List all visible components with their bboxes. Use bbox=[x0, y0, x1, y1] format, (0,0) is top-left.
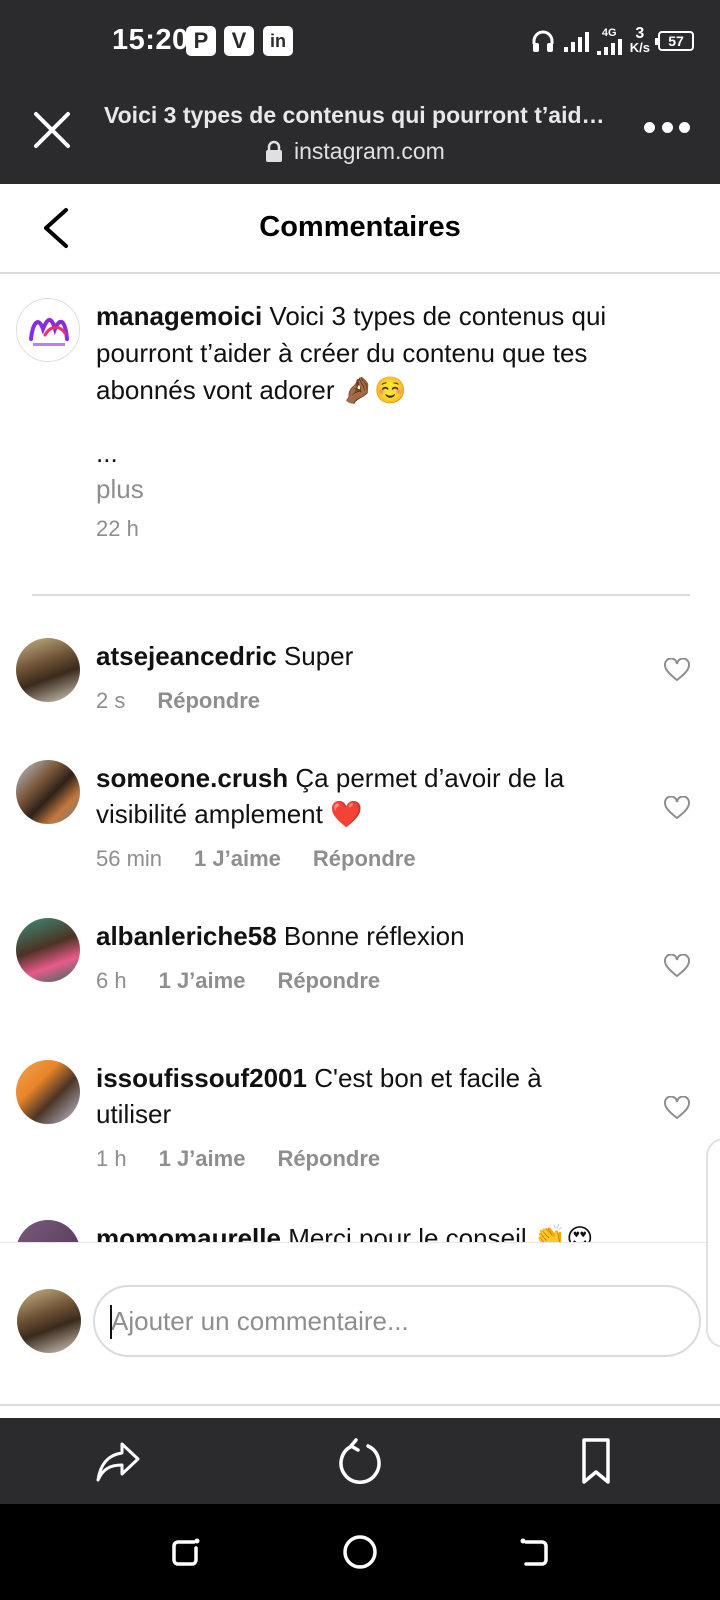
more-icon[interactable] bbox=[644, 122, 690, 136]
comment-meta: 6 h 1 J’aime Répondre bbox=[96, 968, 380, 994]
heart-icon[interactable] bbox=[664, 954, 690, 978]
comment-input-area bbox=[0, 1242, 720, 1406]
reply-button[interactable]: Répondre bbox=[277, 1146, 380, 1172]
headphones-icon bbox=[532, 30, 554, 52]
atsejeancedric-avatar[interactable] bbox=[16, 638, 80, 702]
momomaurelle-avatar[interactable] bbox=[16, 1220, 80, 1242]
comment-username[interactable]: issoufissouf2001 bbox=[96, 1063, 307, 1093]
comment-body: Super bbox=[283, 641, 354, 671]
issoufissouf2001-avatar[interactable] bbox=[16, 1060, 80, 1124]
page-title: Commentaires bbox=[259, 211, 461, 243]
signal-icon bbox=[563, 30, 589, 52]
heart-icon[interactable] bbox=[664, 658, 690, 682]
comment-text: someone.crush Ça permet d’avoir de la vi… bbox=[96, 760, 616, 832]
comment-username[interactable]: momomaurelle bbox=[96, 1223, 281, 1242]
comment-username[interactable]: atsejeancedric bbox=[96, 641, 277, 671]
close-icon[interactable] bbox=[30, 108, 74, 152]
reply-button[interactable]: Répondre bbox=[277, 968, 380, 994]
heart-icon[interactable] bbox=[664, 796, 690, 820]
comment-time: 56 min bbox=[96, 846, 163, 871]
signal-4g-icon bbox=[596, 39, 622, 55]
reply-button[interactable]: Répondre bbox=[313, 846, 416, 872]
pinterest-notification-icon: P bbox=[186, 26, 216, 56]
comment-body: Merci pour le conseil 👏😍 bbox=[288, 1223, 594, 1242]
reply-button[interactable]: Répondre bbox=[157, 688, 260, 714]
likes-count[interactable]: 1 J’aime bbox=[159, 968, 246, 994]
caption-ellipsis: ... bbox=[96, 438, 118, 468]
net-speed-value: 3 bbox=[635, 25, 645, 42]
browser-chrome: Voici 3 types de contenus qui pourront t… bbox=[0, 82, 720, 184]
comments-header: Commentaires bbox=[0, 184, 720, 274]
comment-meta: 56 min 1 J’aime Répondre bbox=[96, 846, 416, 872]
home-icon[interactable] bbox=[338, 1530, 382, 1574]
caption-more-link[interactable]: plus bbox=[96, 474, 144, 505]
status-indicators: 4G 3 K/s 57 bbox=[530, 24, 694, 58]
browser-toolbar bbox=[0, 1418, 720, 1504]
battery-icon: 57 bbox=[655, 31, 694, 51]
bookmark-icon[interactable] bbox=[574, 1436, 626, 1488]
net-speed-unit: K/s bbox=[629, 40, 650, 55]
back-nav-icon[interactable] bbox=[512, 1530, 556, 1574]
share-icon[interactable] bbox=[92, 1436, 144, 1488]
browser-url: instagram.com bbox=[264, 138, 445, 165]
comment-username[interactable]: albanleriche58 bbox=[96, 921, 277, 951]
text-caret bbox=[110, 1305, 112, 1339]
comment-time: 2 s bbox=[96, 688, 126, 713]
comment-text: atsejeancedric Super bbox=[96, 638, 616, 674]
caption-time: 22 h bbox=[96, 516, 139, 541]
linkedin-notification-icon: in bbox=[263, 26, 293, 56]
battery-level: 57 bbox=[668, 33, 684, 49]
current-user-avatar bbox=[17, 1289, 81, 1353]
vimeo-notification-icon: V bbox=[224, 26, 254, 56]
heart-icon[interactable] bbox=[664, 1096, 690, 1120]
comment-clip: momomaurelle Merci pour le conseil 👏😍 bbox=[0, 1200, 720, 1242]
recent-apps-icon[interactable] bbox=[164, 1530, 208, 1574]
comment-body: Bonne réflexion bbox=[283, 921, 465, 951]
caption-divider bbox=[32, 594, 690, 596]
comment-input-box bbox=[93, 1285, 701, 1357]
comment-text: issoufissouf2001 C'est bon et facile à u… bbox=[96, 1060, 616, 1132]
managemoici-avatar[interactable] bbox=[16, 298, 80, 362]
albanleriche58-avatar[interactable] bbox=[16, 918, 80, 982]
edge-panel-handle[interactable] bbox=[706, 1138, 720, 1348]
comment-text: momomaurelle Merci pour le conseil 👏😍 bbox=[96, 1220, 656, 1242]
status-time: 15:20 bbox=[112, 24, 189, 56]
someone-crush-avatar[interactable] bbox=[16, 760, 80, 824]
network-type: 4G bbox=[601, 27, 617, 39]
lock-icon bbox=[266, 140, 282, 162]
input-divider bbox=[0, 1404, 720, 1406]
manage-moi-logo-icon bbox=[17, 299, 79, 361]
likes-count[interactable]: 1 J’aime bbox=[194, 846, 281, 872]
reload-icon[interactable] bbox=[334, 1436, 386, 1488]
comment-username[interactable]: someone.crush bbox=[96, 763, 288, 793]
comment-time: 1 h bbox=[96, 1146, 127, 1171]
caption-text: managemoici Voici 3 types de contenus qu… bbox=[96, 298, 676, 409]
status-bar: 15:20 P V in 4G 3 K/s 57 bbox=[0, 0, 720, 82]
comment-input[interactable] bbox=[95, 1287, 699, 1355]
comment-meta: 2 s Répondre bbox=[96, 688, 260, 714]
comment-time: 6 h bbox=[96, 968, 127, 993]
comment-meta: 1 h 1 J’aime Répondre bbox=[96, 1146, 380, 1172]
browser-page-title: Voici 3 types de contenus qui pourront t… bbox=[104, 102, 614, 128]
likes-count[interactable]: 1 J’aime bbox=[159, 1146, 246, 1172]
caption-username[interactable]: managemoici bbox=[96, 301, 262, 331]
comment-text: albanleriche58 Bonne réflexion bbox=[96, 918, 616, 954]
system-navigation-bar bbox=[0, 1504, 720, 1600]
browser-url-text: instagram.com bbox=[294, 138, 445, 164]
